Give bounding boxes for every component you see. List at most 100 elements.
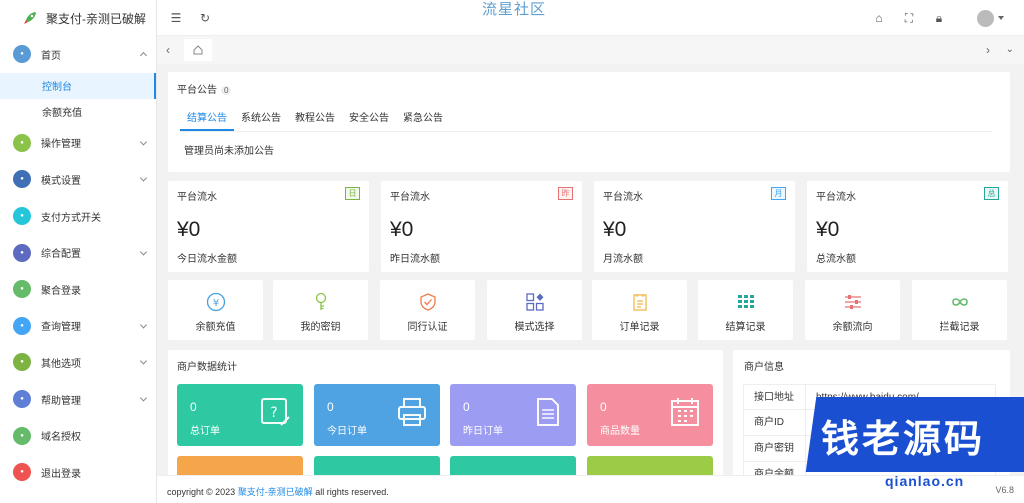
stat-value: 0 <box>600 400 607 414</box>
quick-link-label: 拦截记录 <box>939 322 980 333</box>
sidebar-item-label: 支付方式开关 <box>41 212 101 224</box>
calendar-icon <box>669 396 701 428</box>
notice-tab-3[interactable]: 安全公告 <box>342 108 396 131</box>
quick-link-label: 我的密钥 <box>300 322 341 333</box>
sidebar-item-label: 其他选项 <box>41 358 81 370</box>
quick-link-3[interactable]: 模式选择 <box>487 280 582 340</box>
sidebar-item-label: 综合配置 <box>41 249 81 261</box>
quick-link-0[interactable]: ¥ 余额充值 <box>168 280 263 340</box>
flow-title: 平台流水 <box>603 192 643 203</box>
chevron-down-icon <box>139 248 148 256</box>
flow-card: 平台流水 总 ¥0 总流水额 <box>807 181 1008 272</box>
tab-next-icon[interactable]: › <box>986 43 990 57</box>
flow-label: 月流水额 <box>603 254 643 265</box>
doc-icon <box>629 291 651 313</box>
merchant-key: 商户密钥 <box>744 436 806 461</box>
sidebar-item-10[interactable]: ● 退出登录 <box>0 454 156 491</box>
app-logo[interactable]: 聚支付-亲测已破解 <box>0 0 156 36</box>
stat-box-2[interactable]: 0 昨日订单 <box>450 384 576 446</box>
quick-link-7[interactable]: 拦截记录 <box>912 280 1007 340</box>
stat-label: 今日订单 <box>327 426 367 437</box>
sidebar-item-7[interactable]: ● 其他选项 <box>0 344 156 381</box>
quick-link-2[interactable]: 同行认证 <box>380 280 475 340</box>
notice-title: 平台公告 0 <box>177 81 232 96</box>
chevron-down-icon <box>139 174 148 183</box>
sidebar-item-label: 首页 <box>41 50 61 62</box>
stats-title: 商户数据统计 <box>177 362 237 373</box>
sidebar-item-1[interactable]: ● 操作管理 <box>0 125 156 162</box>
tab-menu-icon[interactable]: ⌄ <box>1006 44 1014 55</box>
sidebar-item-3[interactable]: ● 支付方式开关 <box>0 198 156 235</box>
sidebar-item-6[interactable]: ● 查询管理 <box>0 308 156 345</box>
lock-icon[interactable]: 🔒︎ <box>932 11 946 25</box>
flow-label: 今日流水金额 <box>177 254 237 265</box>
chevron-up-icon <box>139 52 148 60</box>
home-icon: ● <box>13 45 31 64</box>
notice-tab-4[interactable]: 紧急公告 <box>396 108 450 131</box>
sidebar-item-label: 聚合登录 <box>41 285 81 297</box>
tag-icon[interactable]: ⌂ <box>872 11 886 25</box>
sidebar-item-label: 操作管理 <box>41 139 81 151</box>
flow-title: 平台流水 <box>816 192 856 203</box>
footer-link[interactable]: 聚支付-亲测已破解 <box>238 487 313 497</box>
flow-label: 总流水额 <box>816 254 856 265</box>
notice-tab-0[interactable]: 结算公告 <box>180 108 234 131</box>
quick-link-label: 结算记录 <box>725 322 766 333</box>
sidebar-item-8[interactable]: ● 帮助管理 <box>0 381 156 418</box>
sidebar-item-9[interactable]: ● 域名授权 <box>0 417 156 454</box>
sidebar-subitem-1[interactable]: 余额充值 <box>0 99 156 125</box>
merchant-title: 商户信息 <box>744 362 784 373</box>
sidebar-item-2[interactable]: ● 模式设置 <box>0 161 156 198</box>
chevron-down-icon <box>139 357 148 365</box>
infinity-icon <box>949 291 971 313</box>
table-icon <box>735 291 757 313</box>
sidebar-item-label: 帮助管理 <box>41 395 81 407</box>
merchant-key: 接口地址 <box>744 385 806 409</box>
quick-link-1[interactable]: 我的密钥 <box>273 280 368 340</box>
notice-count-badge: 0 <box>221 86 232 95</box>
search-icon: ● <box>13 316 31 335</box>
avatar-caret-icon[interactable] <box>998 16 1004 20</box>
key-icon <box>310 291 332 313</box>
notice-tab-2[interactable]: 教程公告 <box>288 108 342 131</box>
stat-label: 昨日订单 <box>463 426 503 437</box>
logout-icon: ● <box>13 463 31 482</box>
quick-link-5[interactable]: 结算记录 <box>698 280 793 340</box>
sidebar-item-label: 查询管理 <box>41 322 81 334</box>
tab-bar: ‹ › ⌄ <box>157 36 1024 64</box>
center-brand: 流星社区 <box>482 1 547 18</box>
watermark-url: qianlao.cn <box>885 473 965 489</box>
settings-icon: ● <box>13 243 31 262</box>
more-icon: ● <box>13 353 31 372</box>
flow-amount: ¥0 <box>816 218 840 241</box>
notice-tab-1[interactable]: 系统公告 <box>234 108 288 131</box>
flow-amount: ¥0 <box>603 218 627 241</box>
home-tab[interactable] <box>184 39 212 61</box>
sidebar-item-label: 域名授权 <box>41 432 81 444</box>
tab-prev-icon[interactable]: ‹ <box>166 43 170 57</box>
menu-toggle-icon[interactable]: ☰ <box>169 11 183 25</box>
stat-box-3[interactable]: 0 商品数量 <box>587 384 713 446</box>
flow-title: 平台流水 <box>177 192 217 203</box>
stat-box-1[interactable]: 0 今日订单 <box>314 384 440 446</box>
stat-box-0[interactable]: 0 总订单? <box>177 384 303 446</box>
refresh-icon[interactable]: ↻ <box>198 11 212 25</box>
flow-label: 昨日流水额 <box>390 254 440 265</box>
stat-label: 商品数量 <box>600 426 640 437</box>
rocket-icon <box>24 12 36 24</box>
home-icon <box>193 45 203 55</box>
stat-value: 0 <box>463 400 470 414</box>
quick-link-6[interactable]: 余额流向 <box>805 280 900 340</box>
sidebar-item-5[interactable]: ● 聚合登录 <box>0 271 156 308</box>
fullscreen-icon[interactable]: ⛶ <box>902 11 916 25</box>
sidebar-item-4[interactable]: ● 综合配置 <box>0 234 156 271</box>
avatar[interactable] <box>977 10 994 27</box>
flow-tag-badge: 昨 <box>558 187 573 200</box>
check-icon: ● <box>13 426 31 445</box>
flow-card: 平台流水 月 ¥0 月流水额 <box>594 181 795 272</box>
flow-tag-badge: 总 <box>984 187 999 200</box>
sidebar-item-0[interactable]: ● 首页 <box>0 36 156 73</box>
quick-link-4[interactable]: 订单记录 <box>592 280 687 340</box>
svg-text:?: ? <box>270 405 277 421</box>
sidebar-subitem-0[interactable]: 控制台 <box>0 72 156 99</box>
